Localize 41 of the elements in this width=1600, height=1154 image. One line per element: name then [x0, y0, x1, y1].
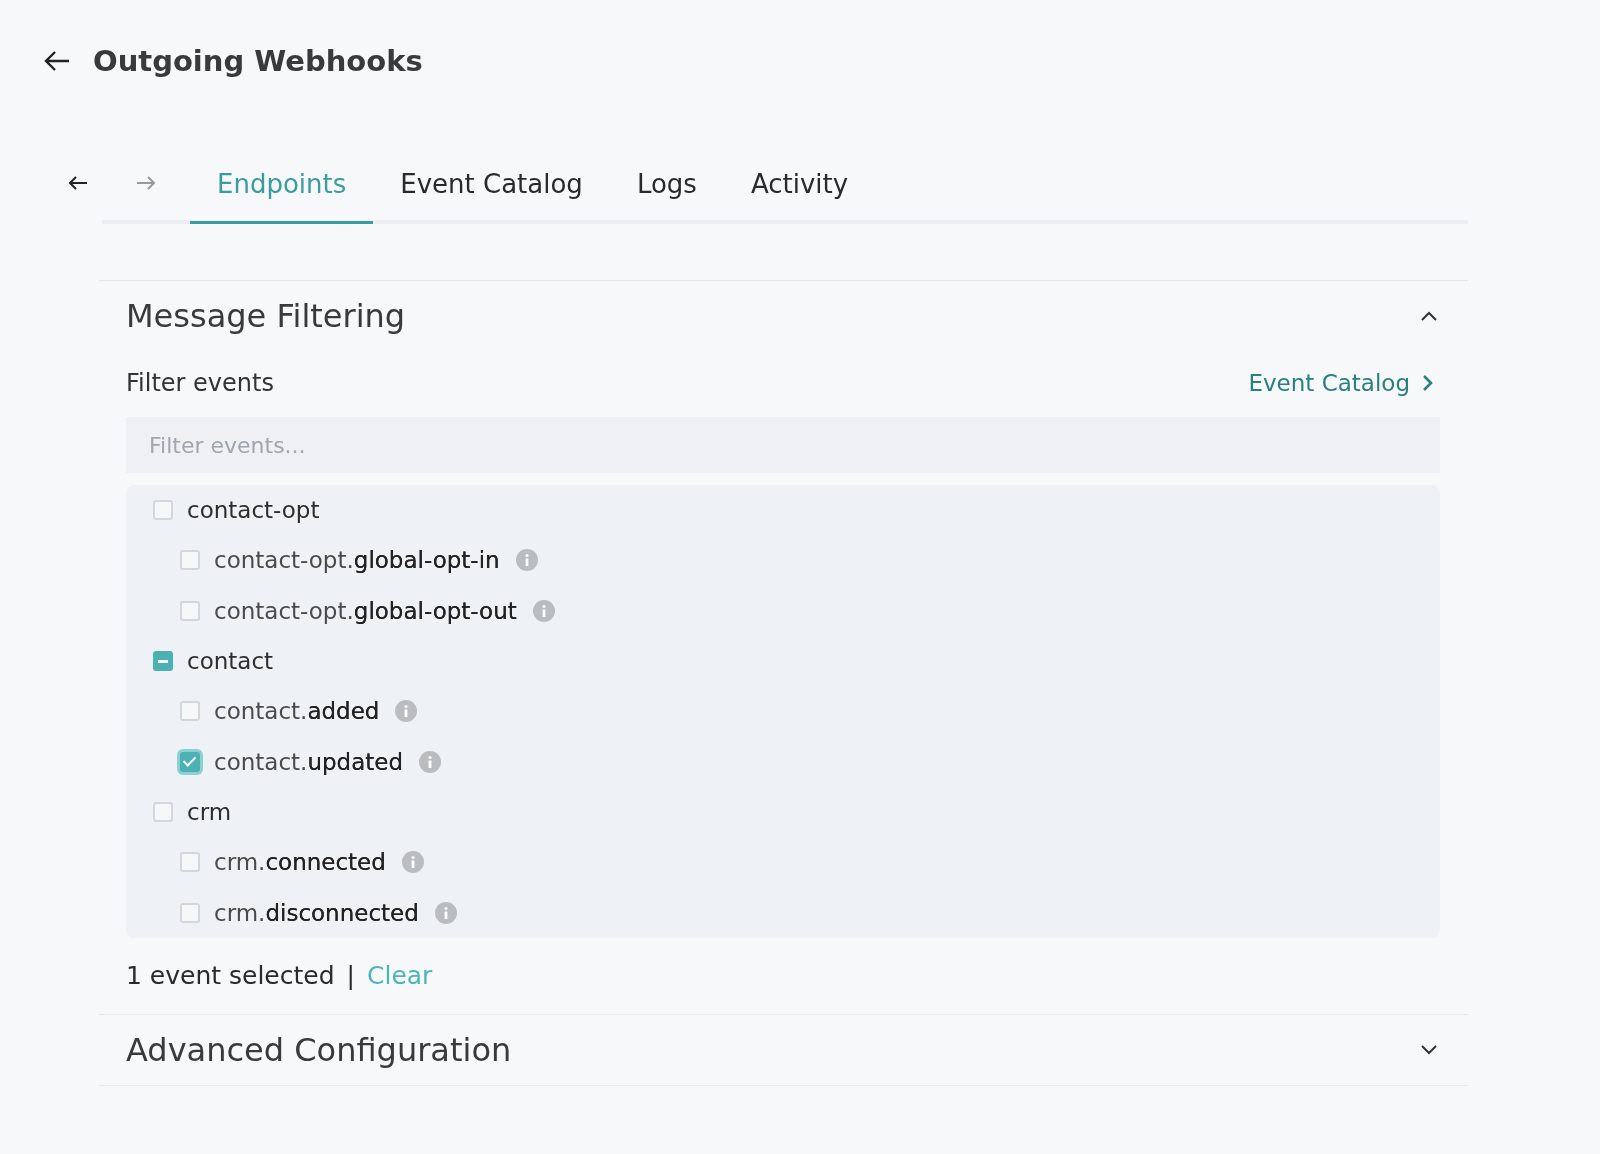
- chevron-icon[interactable]: [1420, 310, 1438, 322]
- event-catalog-link[interactable]: Event Catalog: [1248, 370, 1434, 396]
- checkbox[interactable]: [153, 801, 173, 822]
- separator: |: [346, 961, 355, 991]
- scroll-left-arrow-icon[interactable]: [68, 175, 88, 191]
- tab[interactable]: Logs: [609, 146, 724, 224]
- event-label: contact.updated: [214, 748, 404, 775]
- event-group-label: contact: [187, 648, 274, 675]
- tab[interactable]: Activity: [723, 146, 876, 224]
- checkbox[interactable]: [180, 852, 200, 873]
- checkbox[interactable]: [180, 902, 200, 923]
- filter-events-field[interactable]: Filter events...: [126, 417, 1440, 473]
- back-arrow-icon[interactable]: [43, 49, 71, 73]
- checkbox[interactable]: [153, 651, 173, 672]
- info-icon[interactable]: [515, 549, 538, 572]
- event-label: crm.disconnected: [214, 899, 419, 926]
- tab[interactable]: Event Catalog: [373, 146, 610, 224]
- checkbox[interactable]: [180, 751, 200, 772]
- section-title: Message Filtering: [126, 297, 406, 335]
- chevron-icon[interactable]: [1420, 1043, 1438, 1056]
- event-label: crm.connected: [214, 849, 386, 876]
- filter-label: Filter events: [126, 369, 274, 397]
- chevron-right-icon: [1422, 374, 1434, 392]
- checkbox[interactable]: [180, 701, 200, 722]
- info-icon[interactable]: [395, 700, 418, 723]
- scroll-right-arrow-icon[interactable]: [136, 175, 156, 191]
- info-icon[interactable]: [401, 851, 424, 874]
- section-title: Advanced Configuration: [126, 1030, 512, 1069]
- event-label: contact.added: [214, 698, 380, 725]
- info-icon[interactable]: [419, 750, 442, 773]
- page-title: Outgoing Webhooks: [93, 44, 423, 78]
- event-group-label: crm: [187, 798, 232, 825]
- info-icon[interactable]: [434, 901, 457, 924]
- info-icon[interactable]: [532, 599, 555, 622]
- event-group-label: contact-opt: [187, 497, 320, 524]
- checkbox[interactable]: [180, 600, 200, 621]
- selected-count: 1 event selected: [126, 961, 335, 991]
- event-label: contact-opt.global-opt-out: [214, 597, 517, 624]
- checkbox[interactable]: [180, 550, 200, 571]
- checkbox[interactable]: [153, 500, 173, 521]
- event-label: contact-opt.global-opt-in: [214, 547, 500, 574]
